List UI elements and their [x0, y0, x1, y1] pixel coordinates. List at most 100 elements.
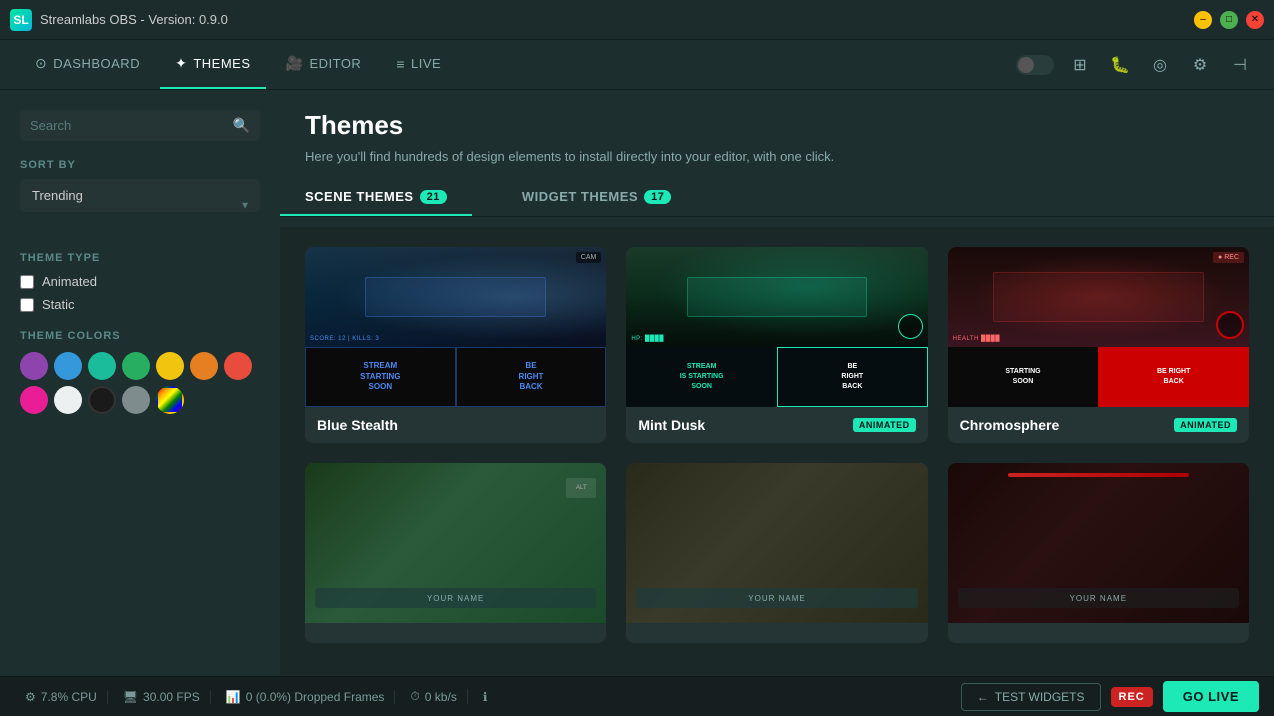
theme-card-chromosphere[interactable]: ● REC HEALTH ████ STARTINGSOON BE RIGHTB…: [948, 247, 1249, 443]
themes-icon: ✦: [175, 55, 187, 72]
widget-themes-label: WIDGET THEMES: [522, 189, 638, 204]
collapse-icon[interactable]: ⊣: [1226, 51, 1254, 79]
go-live-button[interactable]: GO LIVE: [1163, 681, 1259, 712]
info-icon: ℹ: [483, 690, 488, 704]
mint-dusk-brb-screen: BERIGHTBACK: [777, 347, 928, 407]
color-gray[interactable]: [122, 386, 150, 414]
static-checkbox-item[interactable]: Static: [20, 297, 260, 312]
chromosphere-animated-badge: ANIMATED: [1174, 418, 1237, 432]
sort-select[interactable]: Trending Newest Most Popular: [20, 179, 260, 212]
minimize-button[interactable]: –: [1194, 11, 1212, 29]
nav-tab-live-label: LIVE: [411, 56, 441, 71]
theme4-name-bar: YOUR NAME: [315, 588, 596, 608]
discord-icon[interactable]: ◎: [1146, 51, 1174, 79]
theme-type-label: THEME TYPE: [20, 252, 260, 264]
settings-icon[interactable]: ⚙: [1186, 51, 1214, 79]
chromosphere-info: Chromosphere ANIMATED: [948, 407, 1249, 443]
close-button[interactable]: ✕: [1246, 11, 1264, 29]
dropped-value: 0 (0.0%) Dropped Frames: [246, 690, 385, 704]
search-icon: 🔍: [233, 117, 250, 134]
animated-label: Animated: [42, 274, 97, 289]
blue-stealth-info: Blue Stealth: [305, 407, 606, 443]
maximize-button[interactable]: □: [1220, 11, 1238, 29]
test-widgets-label: TEST WIDGETS: [995, 690, 1085, 704]
theme-card-image-chromosphere: ● REC HEALTH ████ STARTINGSOON BE RIGHTB…: [948, 247, 1249, 407]
theme-card-mint-dusk[interactable]: HP: ████ STREAMIS STARTINGSOON BERIGHTBA…: [626, 247, 927, 443]
mint-dusk-info: Mint Dusk ANIMATED: [626, 407, 927, 443]
color-red[interactable]: [224, 352, 252, 380]
mint-dusk-start-screen: STREAMIS STARTINGSOON: [626, 347, 777, 407]
content: 🔍 SORT BY Trending Newest Most Popular T…: [0, 90, 1274, 676]
theme-card-4[interactable]: YOUR NAME ALT: [305, 463, 606, 643]
animated-checkbox-item[interactable]: Animated: [20, 274, 260, 289]
nav-tabs: ⊙ DASHBOARD ✦ THEMES 🎥 EDITOR ≡ LIVE: [20, 40, 456, 89]
bug-icon[interactable]: 🐛: [1106, 51, 1134, 79]
nav-tab-editor-label: EDITOR: [309, 56, 361, 71]
test-widgets-button[interactable]: ← TEST WIDGETS: [961, 683, 1101, 711]
theme-toggle[interactable]: [1016, 55, 1054, 75]
nav-tab-editor[interactable]: 🎥 EDITOR: [271, 40, 377, 89]
color-pink[interactable]: [20, 386, 48, 414]
search-box: 🔍: [20, 110, 260, 141]
theme-tabs: SCENE THEMES 21 WIDGET THEMES 17: [280, 179, 1274, 217]
chromo-brb-screen: BE RIGHTBACK: [1098, 347, 1249, 407]
bandwidth-value: 0 kb/s: [425, 690, 457, 704]
page-title: Themes: [305, 110, 1249, 141]
theme-card-blue-stealth[interactable]: CAM SCORE: 12 | KILLS: 3 STREAMSTARTINGS…: [305, 247, 606, 443]
color-blue[interactable]: [54, 352, 82, 380]
nav-tab-dashboard-label: DASHBOARD: [53, 56, 140, 71]
theme6-name-bar: YOUR NAME: [958, 588, 1239, 608]
chromosphere-name: Chromosphere: [960, 417, 1060, 433]
color-grid: [20, 352, 260, 414]
blue-stealth-start-screen: STREAMSTARTINGSOON: [305, 347, 456, 407]
color-purple[interactable]: [20, 352, 48, 380]
search-input[interactable]: [30, 118, 225, 133]
blue-stealth-name: Blue Stealth: [317, 417, 398, 433]
tab-widget-themes[interactable]: WIDGET THEMES 17: [497, 179, 697, 216]
theme-card-6[interactable]: YOUR NAME: [948, 463, 1249, 643]
live-icon: ≡: [396, 56, 405, 72]
static-label: Static: [42, 297, 75, 312]
color-teal[interactable]: [88, 352, 116, 380]
chromo-start-screen: STARTINGSOON: [948, 347, 1099, 407]
titlebar-title: Streamlabs OBS - Version: 0.9.0: [40, 12, 228, 27]
cpu-value: 7.8% CPU: [41, 690, 97, 704]
color-green[interactable]: [122, 352, 150, 380]
sort-by-label: SORT BY: [20, 159, 260, 171]
status-right: ← TEST WIDGETS REC GO LIVE: [961, 681, 1259, 712]
color-white[interactable]: [54, 386, 82, 414]
theme-card-image-5: YOUR NAME: [626, 463, 927, 623]
editor-icon: 🎥: [286, 55, 304, 72]
color-black[interactable]: [88, 386, 116, 414]
animated-checkbox[interactable]: [20, 275, 34, 289]
theme-card-image-4: YOUR NAME ALT: [305, 463, 606, 623]
color-yellow[interactable]: [156, 352, 184, 380]
theme-card-image-6: YOUR NAME: [948, 463, 1249, 623]
bandwidth-status: ⏱ 0 kb/s: [400, 689, 467, 704]
scene-themes-label: SCENE THEMES: [305, 189, 414, 204]
cpu-icon: ⚙: [25, 690, 36, 704]
blue-stealth-brb-screen: BERIGHTBACK: [456, 347, 607, 407]
titlebar-controls: – □ ✕: [1194, 11, 1264, 29]
main-panel: Themes Here you'll find hundreds of desi…: [280, 90, 1274, 676]
nav-tab-themes[interactable]: ✦ THEMES: [160, 40, 265, 89]
colors-label: THEME COLORS: [20, 330, 260, 342]
sort-select-wrapper: Trending Newest Most Popular: [20, 179, 260, 232]
nav-tab-live[interactable]: ≡ LIVE: [381, 40, 456, 89]
theme-card-image-blue-stealth: CAM SCORE: 12 | KILLS: 3 STREAMSTARTINGS…: [305, 247, 606, 407]
color-rainbow[interactable]: [156, 386, 184, 414]
app-icon: SL: [10, 9, 32, 31]
info-status[interactable]: ℹ: [473, 690, 498, 704]
titlebar: SL Streamlabs OBS - Version: 0.9.0 – □ ✕: [0, 0, 1274, 40]
cpu-status: ⚙ 7.8% CPU: [15, 690, 108, 704]
nav-tab-dashboard[interactable]: ⊙ DASHBOARD: [20, 40, 155, 89]
static-checkbox[interactable]: [20, 298, 34, 312]
theme-card-5[interactable]: YOUR NAME: [626, 463, 927, 643]
tab-scene-themes[interactable]: SCENE THEMES 21: [280, 179, 472, 216]
color-orange[interactable]: [190, 352, 218, 380]
status-left: ⚙ 7.8% CPU 🖥 30.00 FPS 📊 0 (0.0%) Droppe…: [15, 689, 497, 704]
fps-value: 30.00 FPS: [143, 690, 200, 704]
layout-icon[interactable]: ⊞: [1066, 51, 1094, 79]
statusbar: ⚙ 7.8% CPU 🖥 30.00 FPS 📊 0 (0.0%) Droppe…: [0, 676, 1274, 716]
fps-icon: 🖥: [123, 690, 138, 704]
